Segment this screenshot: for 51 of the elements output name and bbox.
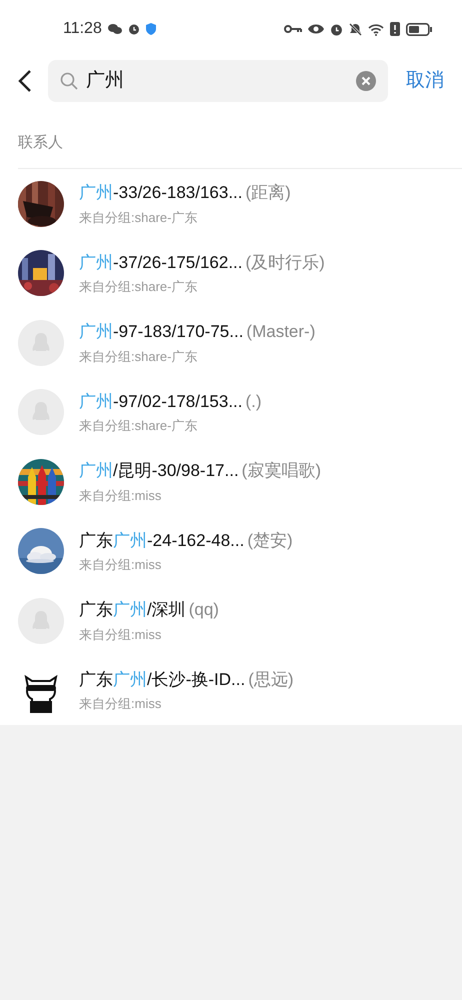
default-avatar-icon bbox=[18, 320, 64, 366]
contact-nickname: (qq) bbox=[188, 599, 219, 622]
alarm-icon bbox=[330, 22, 343, 36]
contact-group: 来自分组:miss bbox=[79, 555, 293, 575]
contact-row[interactable]: 广东广州-24-162-48... (楚安) 来自分组:miss bbox=[0, 516, 462, 586]
chat-icon bbox=[108, 23, 122, 35]
section-header: 联系人 bbox=[18, 132, 63, 152]
contact-row[interactable]: 广州-33/26-183/163... (距离) 来自分组:share-广东 bbox=[0, 169, 462, 238]
battery-icon bbox=[406, 22, 432, 36]
status-time: 11:28 bbox=[63, 19, 102, 39]
contact-group: 来自分组:share-广东 bbox=[79, 208, 291, 228]
contact-name: 广东广州-24-162-48... bbox=[79, 530, 244, 552]
contact-nickname: (思远) bbox=[248, 668, 294, 691]
search-icon bbox=[60, 72, 78, 90]
contact-name: 广州/昆明-30/98-17... bbox=[79, 460, 239, 482]
contact-row[interactable]: 广州-37/26-175/162... (及时行乐) 来自分组:share-广东 bbox=[0, 238, 462, 308]
default-avatar-icon bbox=[18, 598, 64, 644]
key-icon bbox=[284, 24, 302, 34]
contact-nickname: (寂寞唱歌) bbox=[242, 460, 321, 482]
contact-row[interactable]: 广州-97/02-178/153... (.) 来自分组:share-广东 bbox=[0, 378, 462, 447]
contact-nickname: (楚安) bbox=[247, 530, 293, 552]
contact-name: 广东广州/深圳 bbox=[79, 599, 186, 622]
default-avatar-icon bbox=[18, 389, 64, 436]
contact-group: 来自分组:miss bbox=[79, 624, 219, 644]
cancel-button[interactable]: 取消 bbox=[406, 66, 444, 96]
search-field[interactable]: 广州 bbox=[48, 60, 388, 102]
wifi-icon bbox=[368, 22, 384, 36]
mute-bell-icon bbox=[349, 22, 362, 36]
sim-alert-icon bbox=[390, 22, 400, 36]
contact-group: 来自分组:miss bbox=[79, 486, 321, 506]
contact-row[interactable]: 广东广州/深圳 (qq) 来自分组:miss bbox=[0, 586, 462, 656]
contact-group: 来自分组:share-广东 bbox=[79, 277, 325, 297]
contact-nickname: (距离) bbox=[245, 182, 291, 204]
contact-nickname: (及时行乐) bbox=[245, 252, 325, 274]
contact-name: 广州-37/26-175/162... bbox=[79, 252, 242, 274]
alarm-icon bbox=[128, 23, 140, 35]
contact-name: 广东广州/长沙-换-ID... bbox=[79, 668, 246, 691]
contact-name: 广州-97-183/170-75... bbox=[79, 321, 244, 344]
contact-group: 来自分组:share-广东 bbox=[79, 346, 316, 366]
contact-nickname: (Master-) bbox=[246, 321, 316, 344]
contact-row[interactable]: 广州/昆明-30/98-17... (寂寞唱歌) 来自分组:miss bbox=[0, 447, 462, 516]
contact-row[interactable]: 广东广州/长沙-换-ID... (思远) 来自分组:miss bbox=[0, 656, 462, 725]
contact-group: 来自分组:share-广东 bbox=[79, 416, 262, 436]
eye-icon bbox=[308, 23, 324, 35]
contact-nickname: (.) bbox=[245, 390, 262, 413]
clear-icon[interactable] bbox=[356, 71, 376, 91]
contact-name: 广州-33/26-183/163... bbox=[79, 182, 242, 204]
contact-name: 广州-97/02-178/153... bbox=[79, 390, 242, 413]
shield-icon bbox=[146, 23, 156, 35]
contact-row[interactable]: 广州-97-183/170-75... (Master-) 来自分组:share-广东 bbox=[0, 308, 462, 378]
contact-group: 来自分组:miss bbox=[79, 694, 294, 714]
